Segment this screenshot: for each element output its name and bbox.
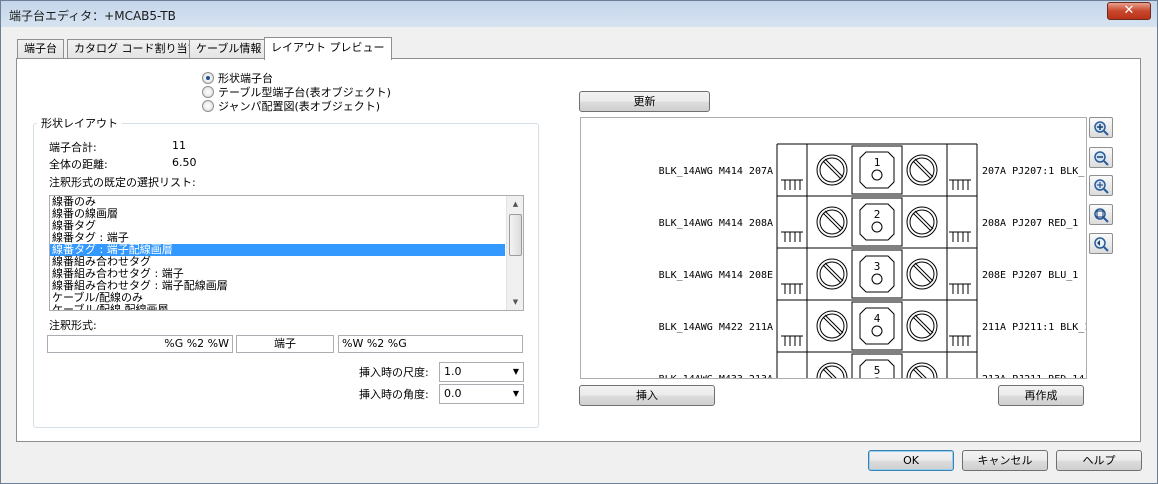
chevron-down-icon[interactable]: ▼ bbox=[513, 385, 519, 403]
wire-label-left: BLK_14AWG M414 208A bbox=[659, 218, 773, 229]
terminal-total-value: 11 bbox=[172, 139, 186, 152]
dialog-client-area: 端子台 カタログ コード割り当て ケーブル情報 レイアウト プレビュー 形状端子… bbox=[7, 27, 1151, 479]
terminal-number: 5 bbox=[874, 364, 881, 377]
rebuild-button[interactable]: 再作成 bbox=[998, 385, 1084, 406]
list-item[interactable]: ケーブル/配線 配線画層 bbox=[50, 304, 505, 311]
screw-slot bbox=[822, 316, 842, 336]
screw-slot bbox=[912, 160, 932, 180]
terminal-strip-editor-window: 端子台エディタ：+MCAB5-TB ✕ 端子台 カタログ コード割り当て ケーブ… bbox=[0, 0, 1158, 484]
close-button[interactable]: ✕ bbox=[1107, 2, 1151, 20]
zoom-out-icon[interactable] bbox=[1089, 147, 1113, 168]
terminal-number: 2 bbox=[874, 208, 881, 221]
wire-label-right: 208A PJ207 RED_1 bbox=[982, 218, 1078, 229]
radio-button[interactable] bbox=[202, 86, 214, 98]
cancel-button[interactable]: キャンセル bbox=[962, 450, 1048, 471]
screw-icon bbox=[816, 362, 848, 378]
zoom-extents-icon[interactable] bbox=[1089, 175, 1113, 196]
terminal-hole-icon bbox=[871, 273, 883, 285]
listbox-items: 線番のみ 線番の線画層 線番タグ 線番タグ : 端子 線番タグ : 端子配線画層 線番組み… bbox=[50, 196, 505, 311]
help-button[interactable]: ヘルプ bbox=[1056, 450, 1142, 471]
refresh-button[interactable]: 更新 bbox=[579, 91, 710, 112]
screw-slot bbox=[822, 160, 842, 180]
terminal-strip-drawing: 1 BLK_14AWG M414 207A 207A PJ207:1 BLK_ 2 BL… bbox=[659, 143, 1087, 379]
screw-slot bbox=[912, 316, 932, 336]
radio-shape-terminal[interactable]: 形状端子台 bbox=[202, 71, 273, 85]
annotation-list-label: 注釈形式の既定の選択リスト: bbox=[49, 176, 196, 189]
terminal-number: 4 bbox=[874, 312, 881, 325]
tab-cable-info[interactable]: ケーブル情報 bbox=[189, 39, 269, 59]
zoom-previous-icon[interactable] bbox=[1089, 233, 1113, 254]
terminal-hole-icon bbox=[874, 377, 880, 378]
chevron-down-icon[interactable]: ▼ bbox=[513, 363, 519, 381]
ok-button[interactable]: OK bbox=[868, 450, 954, 471]
tab-catalog-code[interactable]: カタログ コード割り当て bbox=[67, 39, 206, 59]
zoom-in-icon[interactable] bbox=[1089, 117, 1113, 138]
screw-icon bbox=[819, 365, 845, 378]
terminal-number: 1 bbox=[874, 156, 881, 169]
wire-label-left: BLK_14AWG M433 213A bbox=[659, 374, 773, 379]
terminal-total-label: 端子合計: bbox=[49, 141, 97, 154]
radio-label: ジャンパ配置図(表オブジェクト) bbox=[218, 100, 381, 113]
insert-angle-combo[interactable]: 0.0 ▼ bbox=[439, 384, 524, 404]
layout-preview-panel: 形状端子台 テーブル型端子台(表オブジェクト) ジャンパ配置図(表オブジェクト)… bbox=[16, 58, 1141, 442]
combo-value: 1.0 bbox=[444, 365, 462, 378]
scroll-thumb[interactable] bbox=[509, 214, 522, 256]
list-item[interactable]: 線番のみ bbox=[50, 196, 505, 208]
screw-slot bbox=[822, 264, 842, 284]
format-middle-field[interactable]: 端子 bbox=[236, 335, 334, 353]
insert-button[interactable]: 挿入 bbox=[579, 385, 715, 406]
screw-slot bbox=[912, 264, 932, 284]
window-title: 端子台エディタ：+MCAB5-TB bbox=[9, 9, 176, 23]
tab-terminal-strip[interactable]: 端子台 bbox=[17, 39, 64, 59]
terminal-hole-icon bbox=[871, 221, 883, 233]
terminal-number: 3 bbox=[874, 260, 881, 273]
screw-slot bbox=[822, 212, 842, 232]
wire-label-left: BLK_14AWG M414 208E bbox=[659, 270, 773, 281]
wire-label-right: 213A PJ211 RED_14 bbox=[982, 374, 1084, 379]
overall-distance-value: 6.50 bbox=[172, 156, 197, 169]
terminal-hole-icon bbox=[871, 325, 883, 337]
wire-label-right: 207A PJ207:1 BLK_ bbox=[982, 166, 1085, 177]
terminal-hole-icon bbox=[871, 169, 883, 181]
wire-label-right: 211A PJ211:1 BLK_1 bbox=[982, 322, 1087, 333]
layout-preview-canvas[interactable]: 1 BLK_14AWG M414 207A 207A PJ207:1 BLK_ 2 BL… bbox=[580, 117, 1087, 379]
overall-distance-label: 全体の距離: bbox=[49, 158, 108, 171]
insert-angle-label: 挿入時の角度: bbox=[359, 388, 429, 401]
screw-icon bbox=[909, 365, 935, 378]
insert-scale-label: 挿入時の尺度: bbox=[359, 366, 429, 379]
format-left-field[interactable]: %G %2 %W bbox=[47, 335, 233, 353]
combo-value: 0.0 bbox=[444, 387, 462, 400]
scroll-down-icon[interactable]: ▼ bbox=[507, 294, 523, 310]
wire-label-right: 208E PJ207 BLU_1 bbox=[982, 270, 1078, 281]
radio-table-terminal[interactable]: テーブル型端子台(表オブジェクト) bbox=[202, 85, 391, 99]
scroll-up-icon[interactable]: ▲ bbox=[507, 196, 523, 212]
radio-jumper-layout[interactable]: ジャンパ配置図(表オブジェクト) bbox=[202, 99, 380, 113]
screw-icon bbox=[906, 362, 938, 378]
radio-button[interactable] bbox=[202, 72, 214, 84]
wire-label-left: BLK_14AWG M414 207A bbox=[659, 166, 773, 177]
tab-layout-preview[interactable]: レイアウト プレビュー bbox=[264, 37, 392, 60]
screw-slot bbox=[912, 212, 932, 232]
title-bar[interactable]: 端子台エディタ：+MCAB5-TB ✕ bbox=[1, 1, 1157, 27]
radio-button[interactable] bbox=[202, 100, 214, 112]
annotation-format-label: 注釈形式: bbox=[49, 319, 97, 332]
wire-label-left: BLK_14AWG M422 211A bbox=[659, 322, 773, 333]
group-title: 形状レイアウト bbox=[37, 115, 122, 131]
list-item[interactable]: 線番の線画層 bbox=[50, 208, 505, 220]
annotation-format-listbox[interactable]: 線番のみ 線番の線画層 線番タグ 線番タグ : 端子 線番タグ : 端子配線画層 線番組み… bbox=[49, 195, 524, 311]
zoom-window-icon[interactable] bbox=[1089, 204, 1113, 225]
listbox-scrollbar[interactable]: ▲ ▼ bbox=[506, 196, 523, 310]
format-right-field[interactable]: %W %2 %G bbox=[338, 335, 523, 353]
insert-scale-combo[interactable]: 1.0 ▼ bbox=[439, 362, 524, 382]
